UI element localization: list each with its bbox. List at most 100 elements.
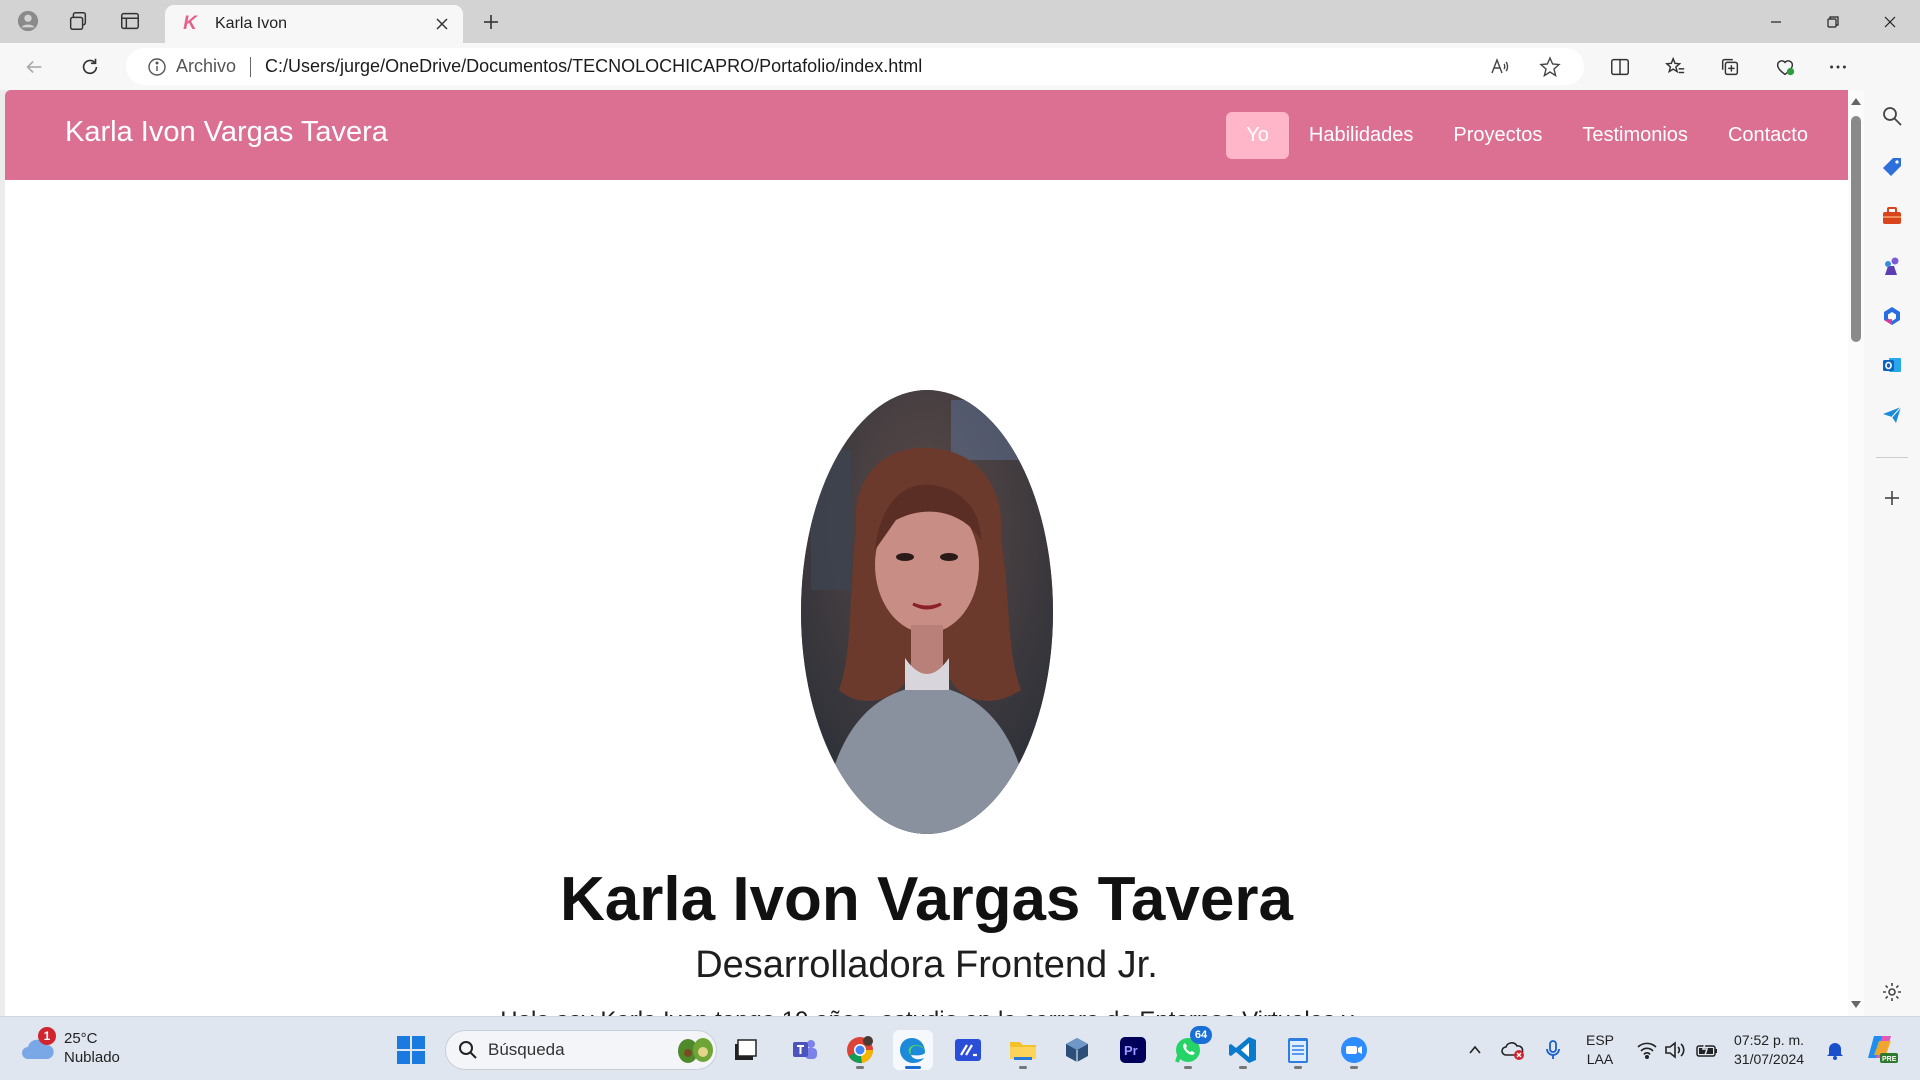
whatsapp-app[interactable]: 64 — [1168, 1026, 1212, 1070]
scroll-thumb[interactable] — [1851, 116, 1861, 342]
copilot-preview-icon[interactable]: PRE — [1864, 1032, 1900, 1066]
nav-link-testimonios[interactable]: Testimonios — [1562, 112, 1708, 159]
close-tab-icon[interactable] — [427, 9, 457, 39]
task-view-icon — [735, 1039, 757, 1060]
reload-icon[interactable] — [72, 51, 108, 83]
running-indicator — [856, 1066, 864, 1069]
file-explorer-app[interactable] — [1003, 1030, 1043, 1070]
page-scrollbar[interactable] — [1848, 90, 1864, 1016]
tab-title: Karla Ivon — [215, 15, 288, 32]
hero-bio: Hola soy Karla Ivon tengo 19 años, estud… — [475, 1002, 1379, 1016]
virtualbox-app[interactable] — [1057, 1030, 1097, 1070]
favorites-icon[interactable] — [1657, 51, 1693, 83]
premiere-pro-icon: Pr — [1120, 1037, 1146, 1063]
teams-app[interactable] — [785, 1030, 825, 1070]
tools-icon[interactable] — [1877, 201, 1907, 231]
weather-widget[interactable]: 1 25°C Nublado — [20, 1027, 120, 1067]
task-view-app[interactable] — [725, 1030, 765, 1070]
scroll-up-arrow-icon[interactable] — [1851, 98, 1861, 105]
weather-temp: 25°C — [64, 1030, 98, 1047]
folder-icon — [1010, 1042, 1036, 1060]
volume-icon[interactable] — [1662, 1037, 1688, 1063]
running-indicator — [1294, 1066, 1302, 1069]
site-brand[interactable]: Karla Ivon Vargas Tavera — [65, 116, 388, 149]
split-screen-icon[interactable] — [1602, 51, 1638, 83]
show-hidden-icons-chevron-icon[interactable] — [1462, 1037, 1488, 1063]
weather-desc: Nublado — [64, 1049, 120, 1066]
sidebar-separator — [1876, 457, 1908, 458]
microsoft-365-icon[interactable] — [1877, 301, 1907, 331]
site-navbar: Karla Ivon Vargas Tavera Yo Habilidades … — [5, 90, 1848, 180]
info-icon[interactable] — [146, 56, 168, 78]
microphone-icon[interactable] — [1540, 1037, 1566, 1063]
browser-essentials-icon[interactable] — [1767, 51, 1803, 83]
vscode-icon — [1229, 1037, 1256, 1063]
nav-link-proyectos[interactable]: Proyectos — [1433, 112, 1562, 159]
scroll-down-arrow-icon[interactable] — [1851, 1001, 1861, 1008]
notepad-app[interactable] — [1278, 1030, 1318, 1070]
wifi-icon[interactable] — [1634, 1037, 1660, 1063]
edge-icon — [900, 1038, 925, 1063]
profile-icon[interactable] — [6, 6, 50, 36]
site-scheme-label: Archivo — [176, 56, 237, 76]
nav-links: Yo Habilidades Proyectos Testimonios Con… — [1226, 111, 1828, 160]
taskbar-search[interactable]: Búsqueda — [445, 1030, 717, 1070]
new-tab-icon[interactable] — [473, 8, 509, 36]
cloud-icon: 1 — [20, 1027, 56, 1063]
outlook-icon[interactable] — [1877, 350, 1907, 380]
input-language[interactable]: ESP LAA — [1586, 1031, 1614, 1069]
avocado-highlight-icon — [678, 1038, 713, 1063]
tab-strip: K Karla Ivon — [0, 0, 1920, 43]
browser-tab-active[interactable]: K Karla Ivon — [165, 5, 463, 43]
hero-name: Karla Ivon Vargas Tavera — [560, 865, 1293, 934]
onedrive-error-icon[interactable] — [1500, 1037, 1526, 1063]
active-indicator — [905, 1066, 921, 1069]
chrome-app[interactable] — [840, 1030, 880, 1070]
address-separator — [250, 56, 252, 77]
games-icon[interactable] — [1877, 251, 1907, 281]
read-aloud-icon[interactable] — [1484, 52, 1516, 82]
address-url[interactable]: C:/Users/jurge/OneDrive/Documentos/TECNO… — [265, 56, 1584, 77]
running-indicator — [1019, 1066, 1027, 1069]
app-store-app[interactable] — [948, 1030, 988, 1070]
hero-section: Karla Ivon Vargas Tavera Desarrolladora … — [5, 180, 1848, 1016]
send-icon[interactable] — [1877, 400, 1907, 430]
edge-sidebar — [1864, 43, 1920, 1016]
nav-link-yo[interactable]: Yo — [1226, 112, 1289, 159]
collections-icon[interactable] — [1712, 51, 1748, 83]
running-indicator — [1239, 1066, 1247, 1069]
close-window-icon[interactable] — [1862, 0, 1918, 43]
shopping-tag-icon[interactable] — [1877, 152, 1907, 182]
address-bar[interactable]: Archivo C:/Users/jurge/OneDrive/Document… — [126, 48, 1584, 85]
chrome-icon — [847, 1036, 874, 1064]
tab-favicon: K — [183, 13, 197, 34]
zoom-app[interactable] — [1334, 1030, 1374, 1070]
add-sidebar-app-icon[interactable] — [1877, 483, 1907, 513]
premiere-app[interactable]: Pr — [1113, 1030, 1153, 1070]
vscode-app[interactable] — [1223, 1030, 1263, 1070]
hero-role: Desarrolladora Frontend Jr. — [695, 944, 1158, 986]
battery-icon[interactable] — [1694, 1037, 1720, 1063]
profile-photo — [801, 390, 1053, 834]
system-clock[interactable]: 07:52 p. m. 31/07/2024 — [1734, 1031, 1804, 1069]
minimize-icon[interactable] — [1748, 0, 1804, 43]
search-icon[interactable] — [1877, 101, 1907, 131]
svg-text:PRE: PRE — [1882, 1056, 1897, 1063]
windows-start-icon[interactable] — [396, 1035, 426, 1065]
sidebar-settings-gear-icon[interactable] — [1877, 977, 1907, 1007]
back-icon[interactable] — [16, 51, 52, 83]
tab-actions-icon[interactable] — [108, 6, 152, 36]
zoom-icon — [1341, 1037, 1367, 1063]
clock-time: 07:52 p. m. — [1734, 1032, 1805, 1048]
nav-link-habilidades[interactable]: Habilidades — [1289, 112, 1434, 159]
edge-app[interactable] — [893, 1030, 933, 1070]
running-indicator — [1184, 1066, 1192, 1069]
nav-link-contacto[interactable]: Contacto — [1708, 112, 1828, 159]
notification-bell-icon[interactable] — [1822, 1037, 1848, 1063]
keyboard-layout: LAA — [1586, 1051, 1614, 1067]
windows-taskbar: 1 25°C Nublado Búsqueda Pr 64 ESP LAA 07… — [0, 1016, 1920, 1080]
favorite-star-icon[interactable] — [1534, 52, 1566, 82]
workspaces-icon[interactable] — [56, 6, 100, 36]
restore-icon[interactable] — [1805, 0, 1861, 43]
more-menu-icon[interactable] — [1820, 51, 1856, 83]
